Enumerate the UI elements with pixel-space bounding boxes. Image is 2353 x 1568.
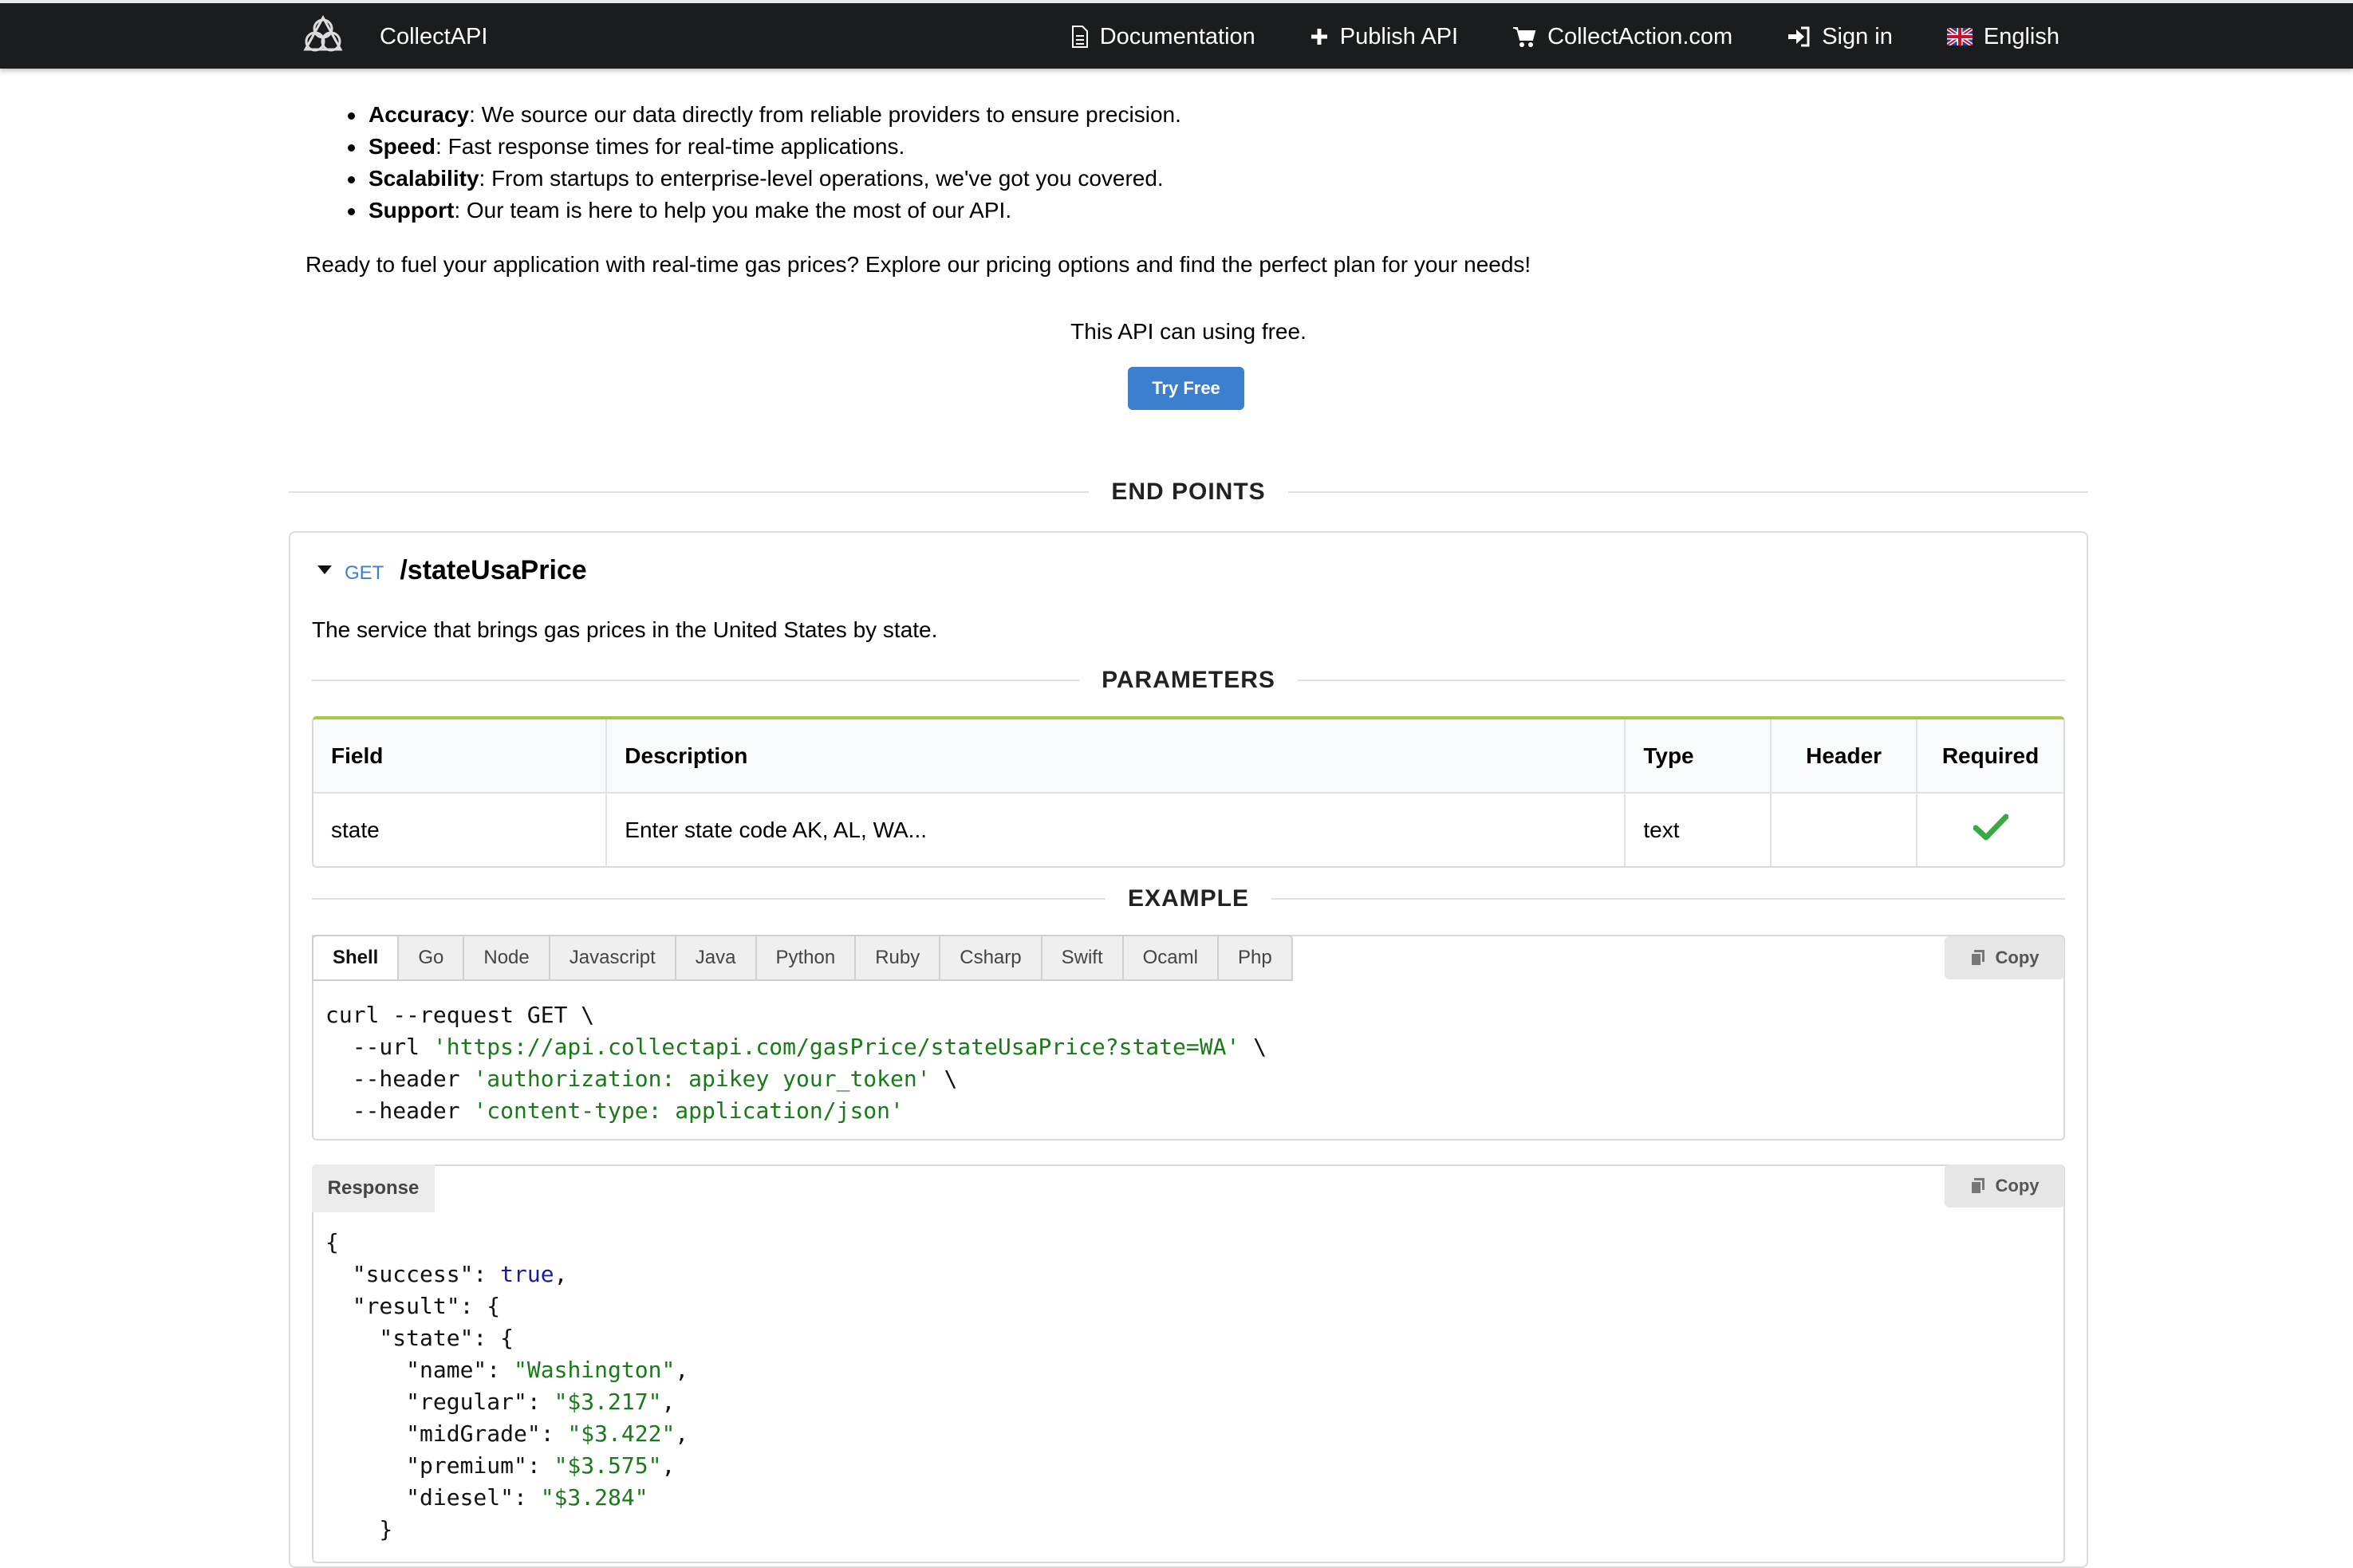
nav-language-label: English xyxy=(1983,23,2059,49)
column-header: Required xyxy=(1917,719,2063,794)
checkmark-icon xyxy=(1973,814,2009,845)
table-header-row: Field Description Type Header Required xyxy=(313,719,2063,794)
nav-menu: Documentation Publish API CollectAction.… xyxy=(1017,14,2059,59)
list-item: Accuracy: We source our data directly fr… xyxy=(348,99,1181,131)
copy-response-button[interactable]: Copy xyxy=(1945,1164,2064,1208)
tab-node[interactable]: Node xyxy=(464,936,550,979)
nav-publish-api-label: Publish API xyxy=(1339,23,1459,49)
brand[interactable]: CollectAPI xyxy=(300,14,487,59)
list-item: Support: Our team is here to help you ma… xyxy=(348,195,1181,227)
nav-publish-api[interactable]: Publish API xyxy=(1310,24,1458,50)
param-type: text xyxy=(1625,793,1772,866)
param-field: state xyxy=(313,793,608,866)
tab-javascript[interactable]: Javascript xyxy=(550,936,676,979)
copy-label: Copy xyxy=(1995,1176,2040,1196)
nav-sign-in[interactable]: Sign in xyxy=(1787,24,1893,50)
tab-shell[interactable]: Shell xyxy=(313,936,400,979)
column-header: Description xyxy=(606,719,1626,794)
response-tab[interactable]: Response xyxy=(312,1164,435,1212)
param-header xyxy=(1771,793,1918,866)
table-row: state Enter state code AK, AL, WA... tex… xyxy=(313,793,2063,866)
free-note: This API can using free. xyxy=(1070,319,1307,344)
parameters-table: Field Description Type Header Required s… xyxy=(312,716,2065,868)
endpoint-path: /stateUsaPrice xyxy=(400,555,587,585)
column-header: Header xyxy=(1771,719,1918,794)
collectapi-logo-icon xyxy=(300,14,346,60)
nav-documentation[interactable]: Documentation xyxy=(1071,24,1255,50)
language-tabs: Shell Go Node Javascript Java Python Rub… xyxy=(312,935,1293,981)
nav-collectaction[interactable]: CollectAction.com xyxy=(1512,24,1732,50)
parameters-heading: PARAMETERS xyxy=(312,667,2066,694)
nav-sign-in-label: Sign in xyxy=(1822,23,1893,49)
copy-icon xyxy=(1969,1177,1986,1195)
main-content: Accuracy: We source our data directly fr… xyxy=(0,0,2353,1568)
http-method: GET xyxy=(345,562,384,584)
uk-flag-icon xyxy=(1946,28,1973,45)
top-navbar: CollectAPI Documentation Publish API Col… xyxy=(0,0,2353,69)
tab-csharp[interactable]: Csharp xyxy=(940,936,1042,979)
try-free-button[interactable]: Try Free xyxy=(1128,367,1244,410)
tab-java[interactable]: Java xyxy=(676,936,757,979)
tab-ruby[interactable]: Ruby xyxy=(856,936,941,979)
copy-label: Copy xyxy=(1995,947,2040,967)
param-required xyxy=(1917,793,2063,866)
tab-ocaml[interactable]: Ocaml xyxy=(1124,936,1219,979)
tab-go[interactable]: Go xyxy=(399,936,465,979)
plus-icon xyxy=(1310,27,1329,46)
tab-swift[interactable]: Swift xyxy=(1042,936,1124,979)
example-heading: EXAMPLE xyxy=(312,885,2065,912)
brand-name: CollectAPI xyxy=(380,23,488,49)
tab-php[interactable]: Php xyxy=(1219,936,1291,979)
feature-list: Accuracy: We source our data directly fr… xyxy=(348,99,1181,227)
copy-icon xyxy=(1969,949,1986,967)
endpoints-heading: END POINTS xyxy=(289,479,2089,506)
request-code: curl --request GET \ --url 'https://api.… xyxy=(325,1002,1267,1124)
list-item: Scalability: From startups to enterprise… xyxy=(348,163,1181,195)
endpoint-header[interactable]: GET /stateUsaPrice xyxy=(317,555,587,586)
response-code: { "success": true, "result": { "state": … xyxy=(325,1229,689,1542)
column-header: Type xyxy=(1625,719,1772,794)
nav-language[interactable]: English xyxy=(1946,23,2059,50)
document-icon xyxy=(1071,26,1089,48)
nav-documentation-label: Documentation xyxy=(1099,23,1255,49)
copy-request-button[interactable]: Copy xyxy=(1945,936,2064,979)
caret-down-icon[interactable] xyxy=(317,565,332,574)
nav-collectaction-label: CollectAction.com xyxy=(1547,23,1733,49)
cart-icon xyxy=(1512,26,1536,48)
endpoint-description: The service that brings gas prices in th… xyxy=(312,617,938,642)
sign-in-icon xyxy=(1787,26,1811,47)
ready-paragraph: Ready to fuel your application with real… xyxy=(305,252,1531,277)
list-item: Speed: Fast response times for real-time… xyxy=(348,131,1181,163)
param-description: Enter state code AK, AL, WA... xyxy=(606,793,1626,866)
tab-python[interactable]: Python xyxy=(757,936,857,979)
column-header: Field xyxy=(313,719,608,794)
